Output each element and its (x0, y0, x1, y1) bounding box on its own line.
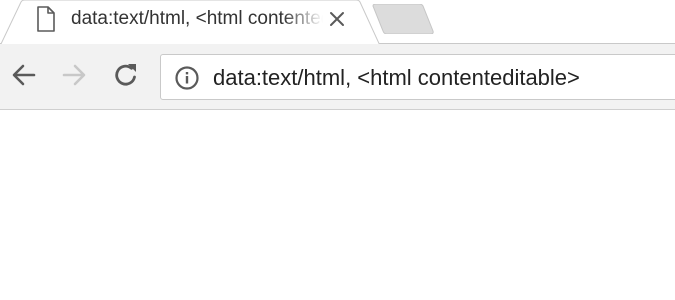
url-text[interactable]: data:text/html, <html contenteditable> (213, 65, 580, 91)
new-tab-icon (372, 3, 434, 35)
new-tab-button[interactable] (371, 3, 435, 35)
reload-button[interactable] (111, 60, 141, 90)
back-button[interactable] (9, 60, 39, 90)
forward-button[interactable] (59, 60, 89, 90)
reload-icon (115, 64, 136, 86)
arrow-right-icon (62, 64, 86, 86)
browser-window: data:text/html, <html contenteditable> (0, 0, 675, 300)
tab-title[interactable]: data:text/html, <html contenteditable> (71, 7, 323, 31)
page-content[interactable] (0, 110, 675, 300)
arrow-left-icon (12, 64, 36, 86)
info-icon[interactable] (174, 65, 200, 91)
page-icon (36, 6, 56, 32)
close-icon[interactable] (326, 8, 348, 30)
address-bar[interactable]: data:text/html, <html contenteditable> (160, 54, 675, 100)
tab-strip: data:text/html, <html contenteditable> (0, 0, 675, 44)
toolbar: data:text/html, <html contenteditable> (0, 44, 675, 110)
